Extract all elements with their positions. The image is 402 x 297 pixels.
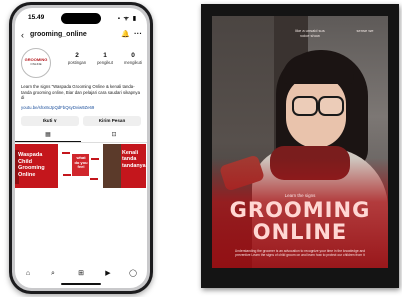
stat-posts[interactable]: 2 postingan [63,52,91,65]
follow-button[interactable]: Ikuti ∨ [21,116,79,126]
reels-icon[interactable]: ▶ [102,268,114,280]
profile-stats: 2 postingan 1 pengikut 0 mengikuti [59,52,142,76]
poster-top-text: like a unsaid sus voice show [295,28,325,38]
post-thumbnail[interactable]: Kenali tanda tandanya [103,144,146,188]
home-icon[interactable]: ⌂ [22,268,34,280]
post-title: Kenali tanda tandanya [122,150,146,169]
post-decoration [63,174,71,176]
system-status-icons: ▪ ᯤ ▮ [117,16,137,22]
stat-posts-label: postingan [67,60,87,65]
stat-followers[interactable]: 1 pengikut [91,52,119,65]
profile-bio: Learn the signs "Waspada Grooming Online… [21,84,140,101]
post-title: Waspada Child Grooming Online [18,152,45,178]
poster-frame: like a unsaid sus voice show sense we Le… [201,4,399,288]
profile-header: ‹ grooming_online 🔔 ··· [15,29,147,42]
poster-title-line2: ONLINE [252,220,348,244]
profile-actions: Ikuti ∨ Kirim Pesan [21,116,141,126]
stat-following[interactable]: 0 mengikuti [119,52,147,65]
avatar[interactable]: GROOMING ONLINE [21,48,51,78]
status-time: 15.49 [28,14,45,21]
post-grid: Waspada Child Grooming Online what do yo… [15,144,147,188]
more-options-icon[interactable]: ··· [134,29,142,38]
avatar-logo-subtext: ONLINE [30,62,42,66]
back-icon[interactable]: ‹ [21,30,24,40]
stat-followers-label: pengikut [97,60,113,65]
poster-figure-bangs [282,54,354,84]
post-title: what do you feel [74,155,88,170]
stat-following-count: 0 [131,52,135,59]
poster: like a unsaid sus voice show sense we Le… [212,16,388,268]
stat-following-label: mengikuti [124,60,142,65]
poster-title-line1: GROOMING [229,198,371,222]
bottom-navigation: ⌂ ⌕ ⊞ ▶ ◯ [15,268,147,280]
stat-followers-count: 1 [103,52,107,59]
profile-icon[interactable]: ◯ [127,268,139,280]
post-decoration [90,178,98,180]
poster-description: Understanding the groomer is an advocati… [234,249,366,258]
glasses-icon [318,96,344,116]
post-decoration [62,152,70,154]
phone-mockup: 15.49 ▪ ᯤ ▮ ‹ grooming_online 🔔 ··· GROO… [9,2,153,294]
glasses-icon [292,96,318,116]
grid-icon: ▦ [45,132,51,138]
message-button[interactable]: Kirim Pesan [83,116,141,126]
post-decoration [91,158,99,160]
phone-screen: 15.49 ▪ ᯤ ▮ ‹ grooming_online 🔔 ··· GROO… [15,8,147,288]
stat-posts-count: 2 [75,52,79,59]
profile-summary: GROOMING ONLINE 2 postingan 1 pengikut 0… [21,48,142,82]
search-icon[interactable]: ⌕ [47,268,59,280]
post-thumbnail[interactable]: Waspada Child Grooming Online [15,144,58,188]
bell-icon[interactable]: 🔔 [121,30,130,38]
profile-tabs: ▦ ⊡ [15,130,147,143]
home-indicator [61,283,101,285]
tagged-icon: ⊡ [111,132,117,138]
tab-grid[interactable]: ▦ [15,130,81,142]
post-image [103,144,121,188]
add-post-icon[interactable]: ⊞ [75,268,87,280]
tab-tagged[interactable]: ⊡ [81,130,147,141]
profile-link[interactable]: youtu.be/shx8xJpQdFbQsyDviw9Ze69 [21,105,141,110]
profile-username: grooming_online [30,31,87,38]
post-thumbnail[interactable]: what do you feel [59,144,102,188]
status-bar: 15.49 ▪ ᯤ ▮ [15,14,147,24]
poster-top-text: sense we [356,28,374,33]
